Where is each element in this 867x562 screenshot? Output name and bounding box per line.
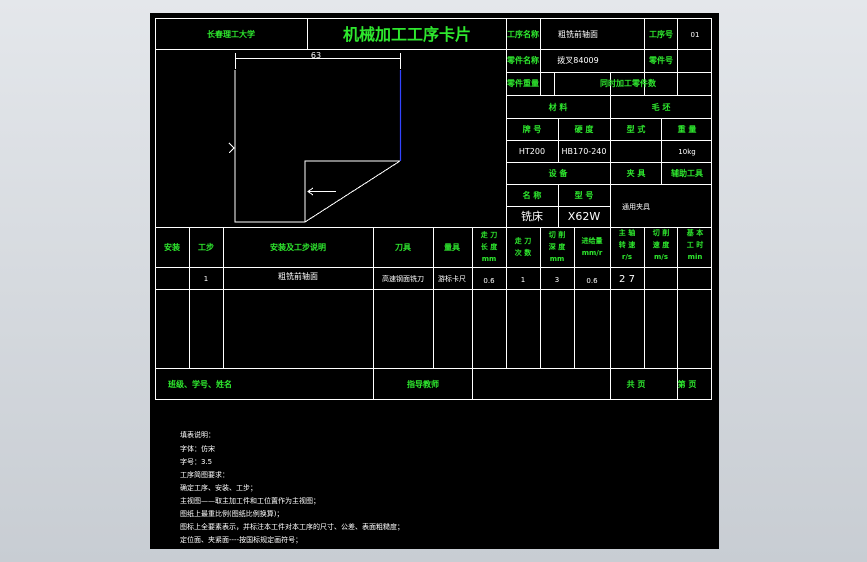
material-grade: HT200	[519, 147, 545, 156]
blank-heading: 毛 坯	[652, 102, 671, 112]
equipment-name: 铣床	[521, 209, 543, 223]
part-name-value: 拨叉84009	[557, 55, 598, 65]
dimension-label: 63	[311, 51, 321, 60]
part-no-label: 零件号	[648, 55, 673, 65]
svg-text:r/s: r/s	[622, 253, 632, 261]
hdr-step: 工步	[198, 242, 214, 252]
equipment-name-label: 名 称	[523, 190, 542, 200]
class-student-label: 班级、学号、姓名	[168, 379, 232, 389]
same-parts-label: 同时加工零件数	[600, 78, 657, 88]
svg-text:转 速: 转 速	[619, 240, 635, 249]
total-pages-label: 共 页	[627, 379, 646, 389]
row-tool: 高速钢面铣刀	[382, 274, 424, 283]
hdr-time: 基 本	[686, 228, 703, 237]
process-no-label: 工序号	[649, 29, 673, 39]
part-sketch: 63	[228, 51, 402, 223]
blank-weight: 10kg	[678, 148, 695, 156]
col-blank-type: 型 式	[627, 124, 646, 134]
note-line: 确定工序、安装、工步；	[180, 483, 257, 492]
svg-text:长 度: 长 度	[481, 242, 498, 251]
row-description: 粗铣前轴面	[278, 271, 318, 281]
hdr-length: 走 刀	[481, 230, 497, 239]
process-card-sheet: 63 长春理工大学 机械加工工序卡片 工序名称 粗铣前轴面 工序号 01 零件名…	[150, 13, 719, 549]
row-step: 1	[204, 275, 208, 283]
process-card-drawing: 63 长春理工大学 机械加工工序卡片 工序名称 粗铣前轴面 工序号 01 零件名…	[155, 18, 712, 544]
fixture-value: 通用夹具	[622, 202, 650, 211]
part-name-label: 零件名称	[506, 55, 539, 65]
hdr-cut-speed: 切 削	[653, 228, 669, 237]
page-label: 第 页	[678, 379, 697, 389]
material-heading: 材 料	[549, 102, 568, 112]
note-line: 图纸上最重比例(图纸比例换算)；	[180, 509, 283, 518]
note-line: 字体：仿宋	[180, 444, 215, 453]
hdr-gauge: 量具	[444, 242, 460, 252]
col-weight: 重 量	[678, 124, 697, 134]
row-depth: 3	[555, 276, 559, 284]
note-line: 图标上全要素表示，并标注本工件对本工序的尺寸、公差、表面粗糙度；	[180, 522, 404, 531]
svg-text:min: min	[688, 253, 703, 261]
svg-text:mm: mm	[550, 255, 565, 263]
hdr-passes: 走 刀	[515, 236, 531, 245]
svg-text:工 时: 工 时	[687, 240, 703, 249]
equipment-model: X62W	[568, 210, 601, 223]
fixture-heading: 夹 具	[627, 168, 646, 178]
svg-text:速 度: 速 度	[653, 240, 670, 249]
row-speed: 2 7	[619, 274, 635, 285]
row-length: 0.6	[483, 277, 495, 285]
col-grade: 牌 号	[523, 124, 542, 134]
card-title: 机械加工工序卡片	[343, 25, 471, 44]
svg-text:mm: mm	[482, 255, 497, 263]
aux-tool-heading: 辅助工具	[671, 168, 703, 178]
equipment-model-label: 型 号	[575, 190, 594, 200]
hdr-feed: 进给量	[582, 236, 603, 245]
material-hardness: HB170-240	[562, 147, 607, 156]
note-line: 定位面、夹紧面----按国标规定画符号；	[180, 535, 302, 544]
hdr-spindle: 主 轴	[619, 228, 635, 237]
note-line: 填表说明：	[180, 430, 215, 439]
row-feed: 0.6	[586, 277, 598, 285]
process-name-value: 粗铣前轴面	[558, 29, 598, 39]
svg-text:m/s: m/s	[654, 253, 668, 261]
teacher-label: 指导教师	[407, 379, 439, 389]
equipment-heading: 设 备	[549, 168, 569, 178]
col-hardness: 硬 度	[575, 124, 595, 134]
hdr-install: 安装	[164, 242, 180, 252]
note-line: 主视图——取主加工件和工位置作为主视图；	[180, 496, 320, 505]
note-line: 工序简图要求：	[180, 470, 229, 479]
hdr-tool: 刀具	[395, 243, 411, 252]
process-no-value: 01	[691, 31, 700, 39]
row-passes: 1	[521, 276, 525, 284]
part-weight-label: 零件重量	[506, 78, 539, 88]
hdr-description: 安装及工步说明	[270, 242, 326, 252]
svg-text:次 数: 次 数	[515, 248, 532, 257]
svg-text:深 度: 深 度	[549, 242, 566, 251]
process-name-label: 工序名称	[507, 29, 539, 39]
row-gauge: 游标卡尺	[438, 274, 466, 283]
note-line: 字号：3.5	[180, 457, 212, 466]
svg-text:mm/r: mm/r	[582, 249, 603, 257]
hdr-depth: 切 削	[549, 230, 565, 239]
school-name: 长春理工大学	[207, 29, 255, 39]
notes-block: 填表说明： 字体：仿宋 字号：3.5 工序简图要求： 确定工序、安装、工步； 主…	[180, 430, 404, 544]
